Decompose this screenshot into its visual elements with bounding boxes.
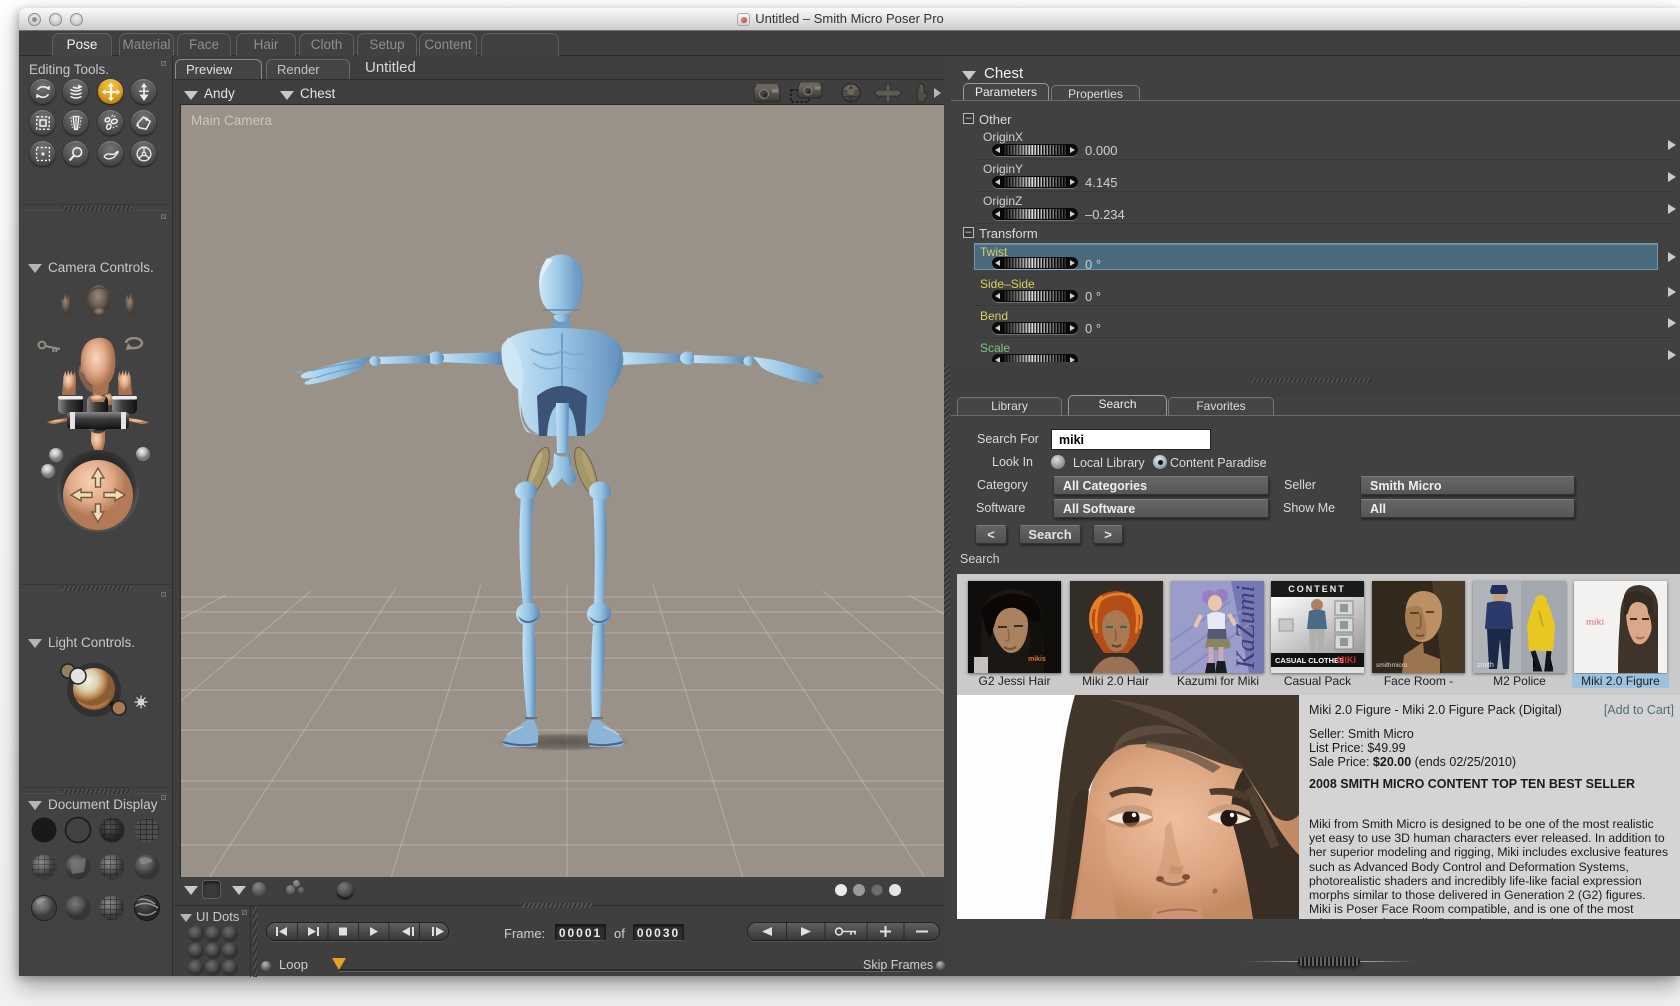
svg-text:CASUAL CLOTHES: CASUAL CLOTHES — [1275, 656, 1344, 665]
svg-text:mikis: mikis — [1028, 656, 1046, 663]
svg-text:CONTENT: CONTENT — [1288, 584, 1346, 594]
svg-text:miki: miki — [1586, 617, 1604, 627]
svg-text:smith: smith — [1477, 662, 1494, 669]
svg-text:MIKI: MIKI — [1337, 655, 1356, 665]
svg-text:KaZumi: KaZumi — [1231, 585, 1260, 670]
svg-text:smithmicro: smithmicro — [1376, 662, 1408, 669]
